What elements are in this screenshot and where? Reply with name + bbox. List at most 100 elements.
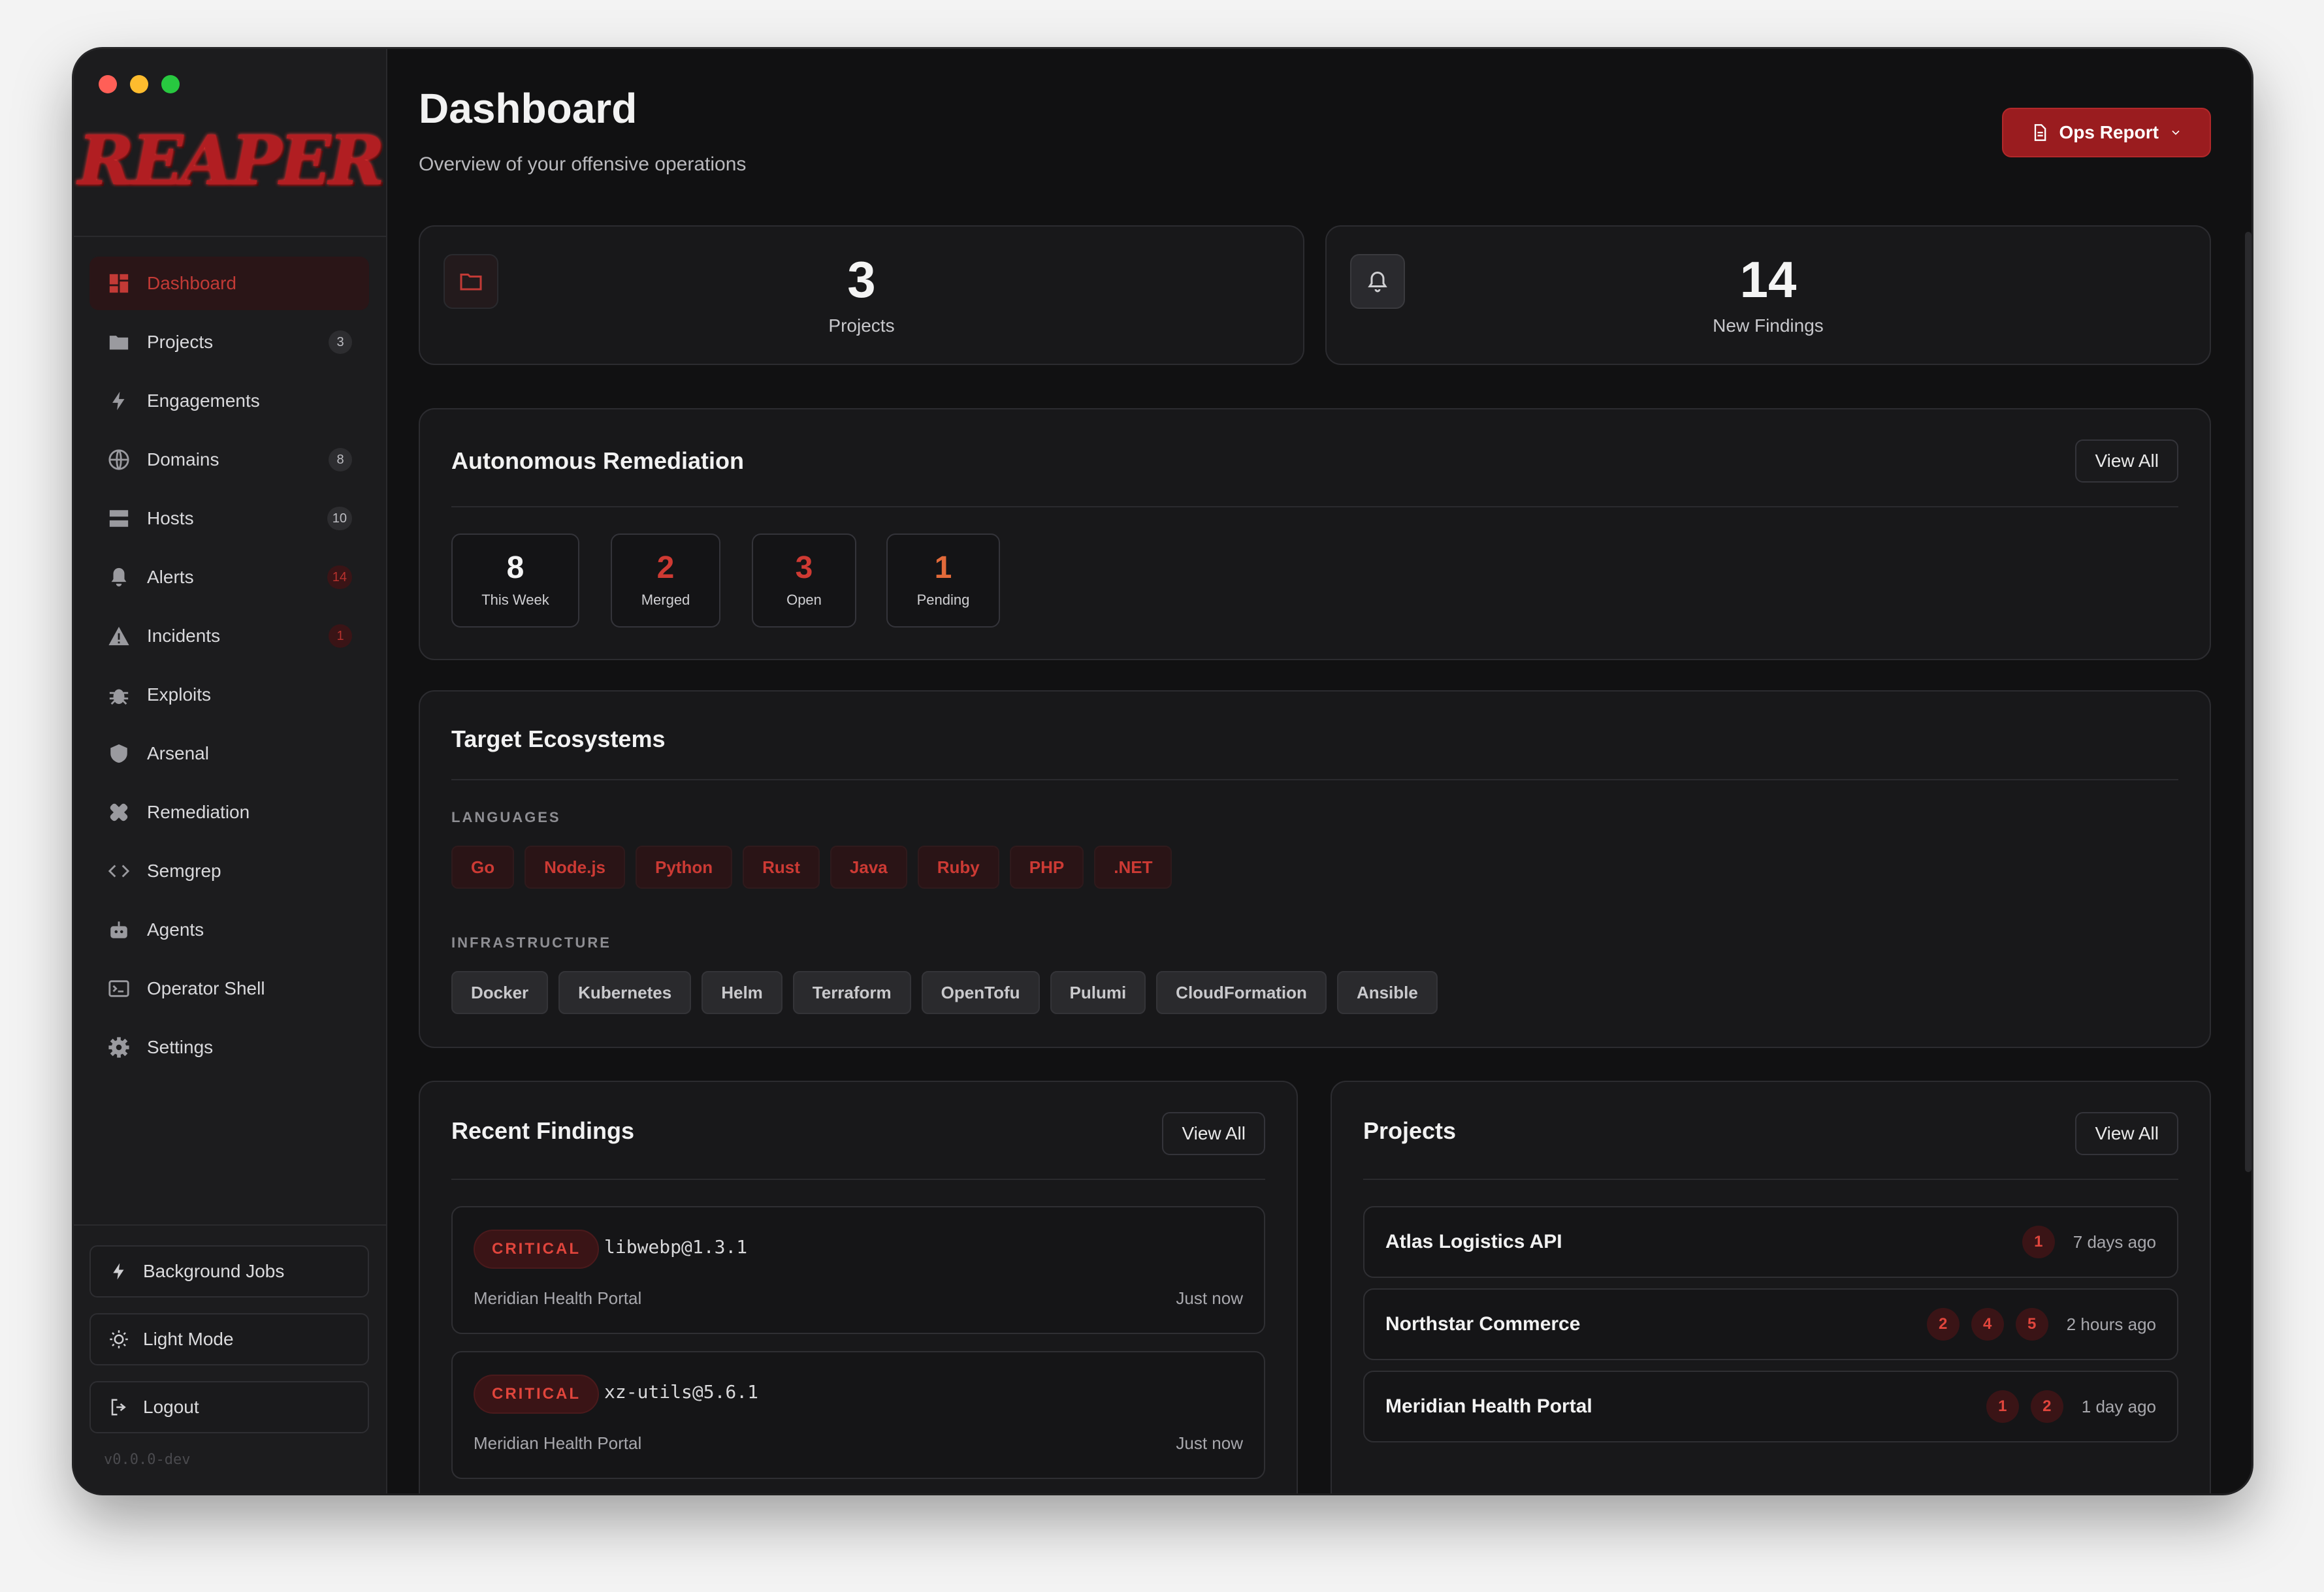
sidebar-item-semgrep[interactable]: Semgrep (89, 844, 369, 898)
project-time: 7 days ago (2073, 1232, 2156, 1252)
metric-label: Pending (916, 592, 970, 608)
package-name: libwebp@1.3.1 (604, 1236, 748, 1258)
server-icon (106, 506, 131, 531)
stat-label: Projects (828, 315, 895, 336)
ops-report-button[interactable]: Ops Report (2001, 108, 2211, 157)
infrastructure-chip[interactable]: Pulumi (1050, 971, 1146, 1014)
infrastructure-chip[interactable]: Kubernetes (558, 971, 692, 1014)
stat-value: 3 (847, 251, 876, 308)
project-time: 1 day ago (2081, 1396, 2156, 1416)
language-chip[interactable]: .NET (1094, 846, 1172, 889)
language-chip[interactable]: PHP (1009, 846, 1084, 889)
page-subtitle: Overview of your offensive operations (419, 153, 747, 175)
severity-badge: CRITICAL (474, 1230, 599, 1269)
sidebar-item-alerts[interactable]: Alerts 14 (89, 550, 369, 604)
project-name: Meridian Health Portal (1385, 1395, 1592, 1417)
document-icon (2034, 124, 2046, 141)
divider (451, 779, 2178, 780)
maximize-window-button[interactable] (161, 75, 180, 93)
sidebar-item-label: Exploits (147, 684, 212, 705)
ops-report-label: Ops Report (2059, 122, 2159, 142)
gear-icon (106, 1035, 131, 1060)
metric-value: 8 (506, 550, 525, 585)
infrastructure-chip[interactable]: Ansible (1336, 971, 1438, 1014)
infrastructure-chip[interactable]: CloudFormation (1156, 971, 1327, 1014)
language-chip[interactable]: Go (451, 846, 515, 889)
card-title: Projects (1363, 1117, 1457, 1144)
view-all-button[interactable]: View All (2075, 1112, 2178, 1155)
sidebar-item-engagements[interactable]: Engagements (89, 374, 369, 428)
sidebar-item-dashboard[interactable]: Dashboard (89, 257, 369, 310)
card-title: Autonomous Remediation (451, 447, 744, 474)
globe-icon (106, 447, 131, 472)
count-badge: 1 (329, 624, 352, 648)
language-chip[interactable]: Python (636, 846, 733, 889)
sidebar-item-hosts[interactable]: Hosts 10 (89, 492, 369, 545)
metric-label: Open (786, 592, 822, 608)
window-controls (99, 75, 180, 93)
app-logo: REAPER (74, 119, 386, 200)
finding-count-badge: 4 (1971, 1308, 2004, 1341)
language-chip[interactable]: Ruby (917, 846, 999, 889)
finding-item[interactable]: CRITICAL libwebp@1.3.1 Meridian Health P… (451, 1206, 1265, 1334)
sidebar-item-label: Operator Shell (147, 978, 265, 998)
package-name: xz-utils@5.6.1 (604, 1381, 759, 1403)
sidebar-item-remediation[interactable]: Remediation (89, 786, 369, 839)
sidebar-item-incidents[interactable]: Incidents 1 (89, 609, 369, 663)
logo-text: REAPER (77, 119, 385, 200)
sidebar-item-agents[interactable]: Agents (89, 903, 369, 957)
infrastructure-chip[interactable]: OpenTofu (921, 971, 1040, 1014)
light-mode-button[interactable]: Light Mode (89, 1313, 369, 1365)
project-name: Northstar Commerce (1385, 1313, 1581, 1335)
language-chip[interactable]: Rust (743, 846, 820, 889)
stat-label: New Findings (1713, 315, 1824, 336)
finding-count-badge: 1 (2022, 1226, 2055, 1258)
projects-card: Projects View All Atlas Logistics API 1 … (1331, 1081, 2211, 1493)
finding-time: Just now (1176, 1433, 1243, 1453)
metric-label: This Week (481, 592, 549, 608)
count-badge: 10 (327, 507, 352, 530)
logout-label: Logout (143, 1397, 199, 1417)
page-title: Dashboard (419, 85, 637, 132)
count-badge: 14 (327, 565, 352, 589)
language-chip[interactable]: Node.js (525, 846, 626, 889)
infrastructure-chip[interactable]: Terraform (792, 971, 911, 1014)
shield-icon (106, 741, 131, 766)
sidebar-item-domains[interactable]: Domains 8 (89, 433, 369, 486)
metric-value: 1 (934, 550, 952, 585)
projects-stat-card[interactable]: 3 Projects (419, 225, 1304, 365)
count-badge: 3 (329, 330, 352, 354)
sidebar: REAPER Dashboard Projects 3 Engagements … (74, 49, 387, 1493)
background-jobs-button[interactable]: Background Jobs (89, 1245, 369, 1297)
sidebar-item-projects[interactable]: Projects 3 (89, 315, 369, 369)
sidebar-item-exploits[interactable]: Exploits (89, 668, 369, 722)
sidebar-item-operator-shell[interactable]: Operator Shell (89, 962, 369, 1015)
metric-pending: 1 Pending (886, 533, 1000, 628)
close-window-button[interactable] (99, 75, 117, 93)
finding-item[interactable]: CRITICAL xz-utils@5.6.1 Meridian Health … (451, 1351, 1265, 1479)
app-window: REAPER Dashboard Projects 3 Engagements … (74, 49, 2251, 1493)
infrastructure-chip[interactable]: Docker (451, 971, 549, 1014)
sidebar-item-label: Settings (147, 1037, 214, 1057)
minimize-window-button[interactable] (130, 75, 148, 93)
language-chip[interactable]: Java (830, 846, 907, 889)
main-scrollbar[interactable] (2245, 232, 2251, 1172)
background-jobs-label: Background Jobs (143, 1261, 285, 1281)
stat-value: 14 (1739, 251, 1797, 308)
project-row[interactable]: Northstar Commerce 2 4 5 2 hours ago (1363, 1288, 2178, 1360)
bug-icon (106, 682, 131, 707)
sidebar-item-label: Alerts (147, 567, 194, 587)
sidebar-item-settings[interactable]: Settings (89, 1021, 369, 1074)
sidebar-item-label: Hosts (147, 508, 194, 528)
project-row[interactable]: Meridian Health Portal 1 2 1 day ago (1363, 1371, 2178, 1442)
sidebar-item-label: Incidents (147, 626, 221, 646)
logout-button[interactable]: Logout (89, 1381, 369, 1433)
view-all-button[interactable]: View All (1162, 1112, 1265, 1155)
infrastructure-chip[interactable]: Helm (702, 971, 783, 1014)
robot-icon (106, 917, 131, 942)
findings-stat-card[interactable]: 14 New Findings (1325, 225, 2211, 365)
divider (451, 1179, 1265, 1180)
view-all-button[interactable]: View All (2075, 439, 2178, 483)
sidebar-item-arsenal[interactable]: Arsenal (89, 727, 369, 780)
project-row[interactable]: Atlas Logistics API 1 7 days ago (1363, 1206, 2178, 1278)
